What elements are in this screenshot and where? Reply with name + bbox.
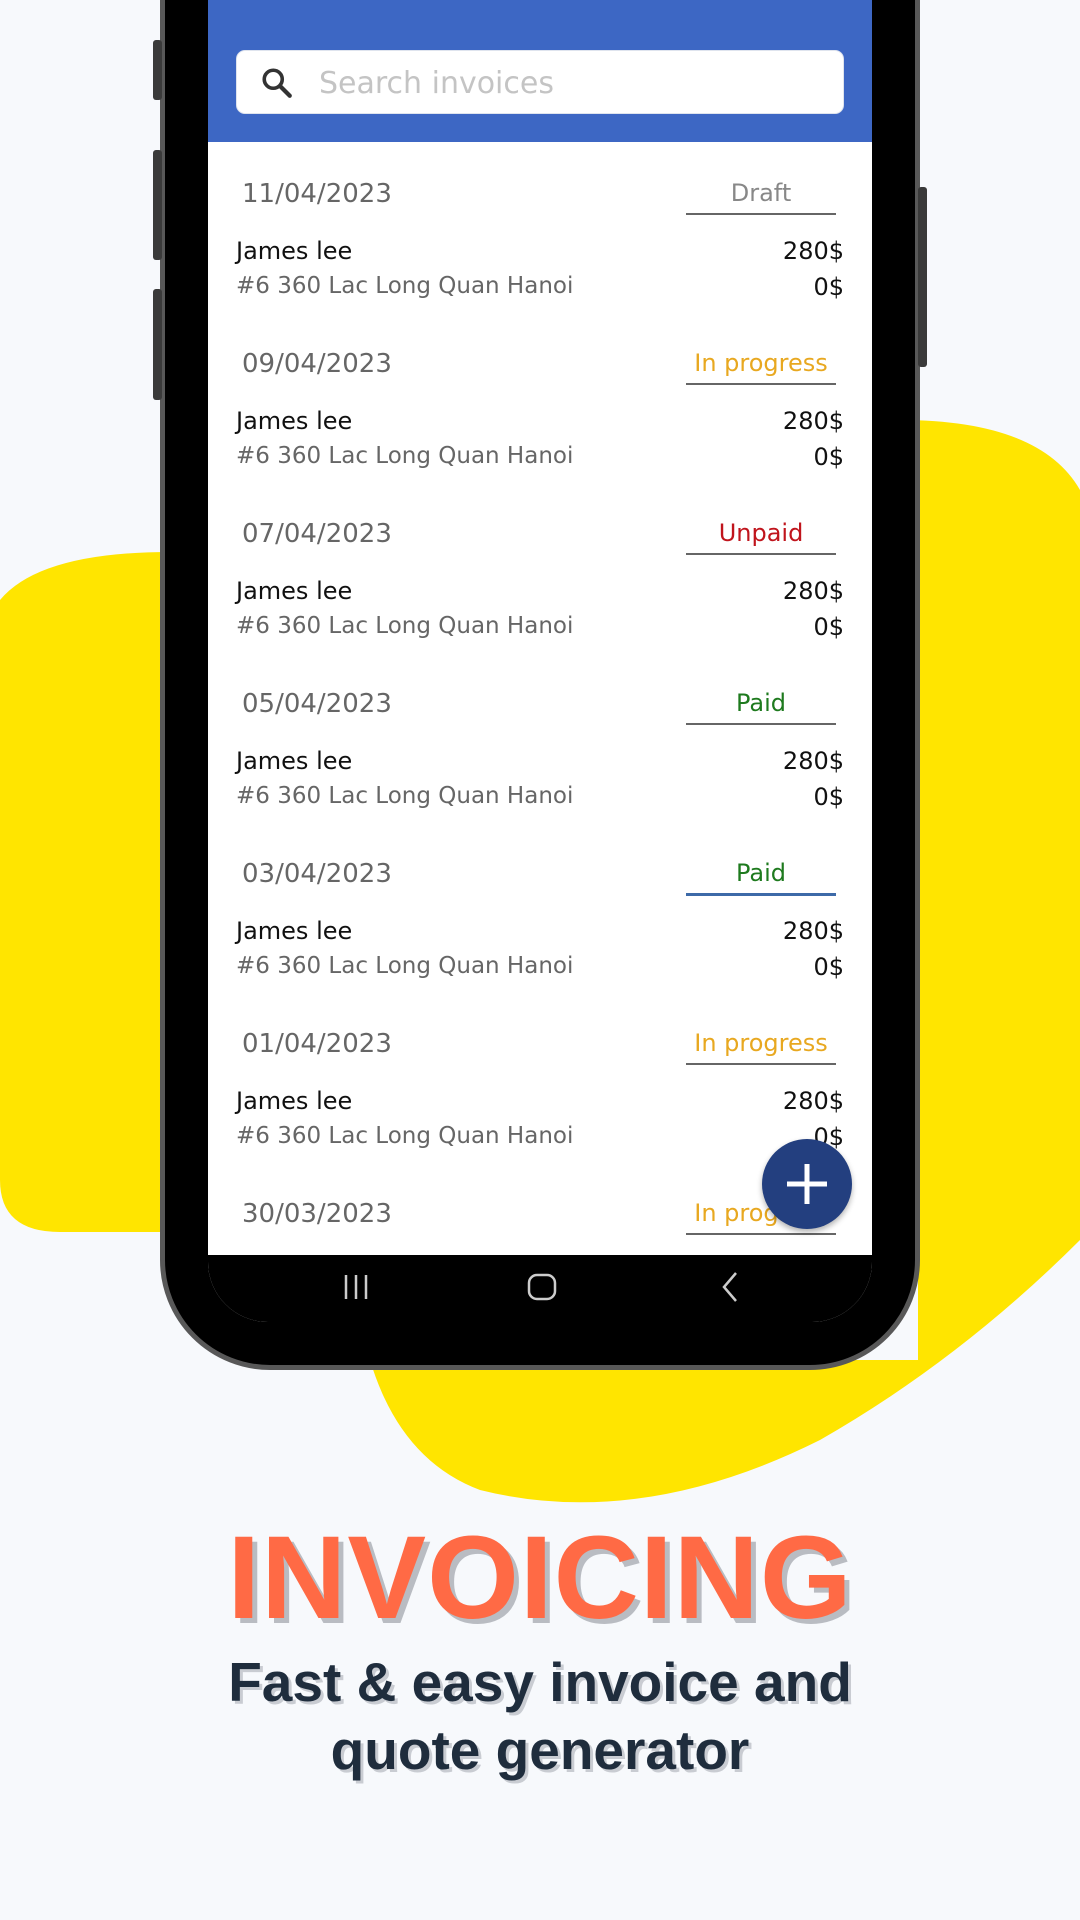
invoice-amount: 280$ xyxy=(782,237,844,265)
phone-side-button xyxy=(153,289,162,400)
yellow-blob-left xyxy=(0,552,170,1232)
client-name: James lee xyxy=(236,1087,353,1115)
invoice-amount: 280$ xyxy=(782,1087,844,1115)
invoice-item[interactable]: 03/04/2023 Paid James lee #6 360 Lac Long Q… xyxy=(208,823,872,993)
client-name: James lee xyxy=(236,747,353,775)
invoice-amount: 280$ xyxy=(782,917,844,945)
home-icon[interactable] xyxy=(524,1269,560,1305)
invoice-list: 11/04/2023 Draft James lee #6 360 Lac Long … xyxy=(208,143,872,1322)
app-screen: 11/04/2023 Draft James lee #6 360 Lac Long … xyxy=(208,0,872,1322)
client-name: James lee xyxy=(236,237,353,265)
status-badge: In progress xyxy=(686,1029,836,1065)
status-badge: Unpaid xyxy=(686,519,836,555)
phone-side-button xyxy=(153,150,162,260)
search-icon xyxy=(262,68,292,98)
invoice-item[interactable]: 11/04/2023 Draft James lee #6 360 Lac Long … xyxy=(208,143,872,313)
client-address: #6 360 Lac Long Quan Hanoi xyxy=(236,1123,574,1149)
invoice-date: 03/04/2023 xyxy=(242,859,392,889)
phone-side-button xyxy=(153,40,162,100)
phone-power-button xyxy=(918,187,927,367)
paid-amount: 0$ xyxy=(813,953,844,981)
status-badge: In progress xyxy=(686,349,836,385)
add-invoice-button[interactable] xyxy=(762,1139,852,1229)
paid-amount: 0$ xyxy=(813,443,844,471)
invoice-item[interactable]: 05/04/2023 Paid James lee #6 360 Lac Long Q… xyxy=(208,653,872,823)
invoice-amount: 280$ xyxy=(782,407,844,435)
paid-amount: 0$ xyxy=(813,273,844,301)
promo-subtitle: Fast & easy invoice and quote generator xyxy=(0,1648,1080,1784)
invoice-amount: 280$ xyxy=(782,577,844,605)
status-badge: Paid xyxy=(686,859,836,896)
paid-amount: 0$ xyxy=(813,783,844,811)
invoice-amount: 280$ xyxy=(782,747,844,775)
promo-title: INVOICING xyxy=(227,1512,853,1644)
client-address: #6 360 Lac Long Quan Hanoi xyxy=(236,953,574,979)
invoice-date: 11/04/2023 xyxy=(242,179,392,209)
client-name: James lee xyxy=(236,577,353,605)
search-bar[interactable] xyxy=(236,50,844,114)
search-input[interactable] xyxy=(317,59,821,107)
invoice-date: 09/04/2023 xyxy=(242,349,392,379)
invoice-item[interactable]: 09/04/2023 In progress James lee #6 360 Lac… xyxy=(208,313,872,483)
client-name: James lee xyxy=(236,917,353,945)
status-badge: Draft xyxy=(686,179,836,215)
promo-subtitle-line: quote generator xyxy=(330,1719,750,1781)
client-address: #6 360 Lac Long Quan Hanoi xyxy=(236,783,574,809)
client-address: #6 360 Lac Long Quan Hanoi xyxy=(236,613,574,639)
invoice-item[interactable]: 01/04/2023 In progress James lee #6 360 Lac… xyxy=(208,993,872,1163)
invoice-item[interactable]: 07/04/2023 Unpaid James lee #6 360 Lac Long… xyxy=(208,483,872,653)
invoice-date: 01/04/2023 xyxy=(242,1029,392,1059)
recent-apps-icon[interactable] xyxy=(338,1269,374,1305)
back-icon[interactable] xyxy=(712,1269,748,1305)
client-name: James lee xyxy=(236,407,353,435)
client-address: #6 360 Lac Long Quan Hanoi xyxy=(236,443,574,469)
system-navbar xyxy=(208,1255,872,1322)
app-header xyxy=(208,0,872,142)
promo-subtitle-line: Fast & easy invoice and xyxy=(228,1651,852,1713)
status-badge: Paid xyxy=(686,689,836,725)
invoice-date: 30/03/2023 xyxy=(242,1199,392,1229)
invoice-date: 07/04/2023 xyxy=(242,519,392,549)
invoice-date: 05/04/2023 xyxy=(242,689,392,719)
paid-amount: 0$ xyxy=(813,613,844,641)
client-address: #6 360 Lac Long Quan Hanoi xyxy=(236,273,574,299)
